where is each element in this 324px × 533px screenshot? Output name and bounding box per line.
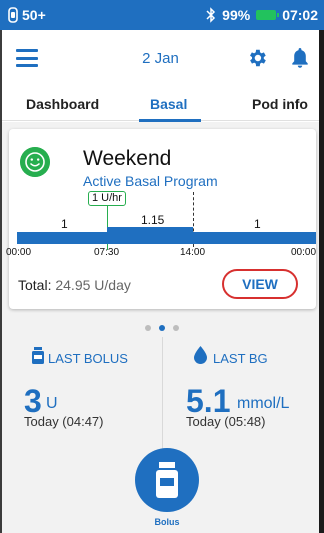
section-divider bbox=[162, 337, 163, 457]
gear-icon[interactable] bbox=[246, 47, 268, 69]
time-tick: 14:00 bbox=[180, 247, 206, 258]
pager-dots bbox=[145, 325, 179, 331]
view-button[interactable]: VIEW bbox=[222, 269, 298, 299]
segment-rate-label: 1.15 bbox=[141, 213, 165, 227]
current-rate-tag: 1 U/hr bbox=[88, 191, 126, 206]
system-status: 99% 07:02 bbox=[206, 7, 318, 23]
pod-status: 50+ bbox=[8, 7, 46, 23]
last-bg-time: Today (05:48) bbox=[186, 414, 266, 429]
segment-rate-label: 1 bbox=[254, 217, 261, 231]
bluetooth-icon bbox=[206, 7, 216, 23]
tab-dashboard[interactable]: Dashboard bbox=[26, 96, 99, 112]
blood-drop-icon bbox=[194, 346, 207, 364]
bolus-button-label: Bolus bbox=[154, 517, 180, 527]
last-bolus-unit: U bbox=[46, 395, 58, 412]
device-frame-edge bbox=[319, 30, 324, 533]
total-value: 24.95 U/day bbox=[55, 277, 131, 293]
bolus-button[interactable] bbox=[135, 448, 199, 512]
total-daily: Total: 24.95 U/day bbox=[18, 277, 131, 293]
total-label: Total: bbox=[18, 277, 52, 293]
basal-rate-bar-segment bbox=[107, 227, 193, 244]
tab-bar: Dashboard Basal Pod info bbox=[2, 88, 319, 122]
smiley-icon bbox=[20, 147, 50, 177]
pod-icon bbox=[8, 7, 18, 23]
last-bolus-time: Today (04:47) bbox=[24, 414, 104, 429]
insulin-vial-icon bbox=[32, 347, 44, 364]
pager-dot[interactable] bbox=[173, 325, 179, 331]
tab-pod-info[interactable]: Pod info bbox=[252, 96, 308, 112]
pager-dot-active[interactable] bbox=[159, 325, 165, 331]
time-tick: 07:30 bbox=[94, 247, 120, 258]
last-bg-unit: mmol/L bbox=[237, 395, 290, 412]
last-bolus-label: LAST BOLUS bbox=[48, 351, 128, 366]
segment-rate-label: 1 bbox=[61, 217, 68, 231]
header-date: 2 Jan bbox=[142, 50, 179, 67]
program-name: Weekend bbox=[83, 147, 172, 170]
program-status: Active Basal Program bbox=[83, 173, 218, 189]
battery-icon bbox=[256, 10, 280, 20]
battery-percent: 99% bbox=[222, 7, 251, 23]
app-screen: 50+ 99% 07:02 2 Jan Dashboard Basal Pod … bbox=[0, 0, 324, 533]
app-header: 2 Jan bbox=[2, 30, 319, 88]
time-tick: 00:00 bbox=[6, 247, 32, 258]
clock-time: 07:02 bbox=[282, 7, 318, 23]
time-tick: 00:00 bbox=[291, 247, 317, 258]
pod-indicator-text: 50+ bbox=[22, 7, 46, 23]
tab-basal[interactable]: Basal bbox=[150, 96, 187, 112]
basal-program-card: Weekend Active Basal Program 1 U/hr 1 1.… bbox=[6, 129, 317, 309]
pager-dot[interactable] bbox=[145, 325, 151, 331]
device-frame-edge bbox=[0, 30, 2, 533]
status-bar: 50+ 99% 07:02 bbox=[0, 0, 324, 30]
last-bg-label: LAST BG bbox=[213, 351, 268, 366]
bell-icon[interactable] bbox=[290, 46, 310, 70]
insulin-vial-icon bbox=[156, 462, 178, 498]
